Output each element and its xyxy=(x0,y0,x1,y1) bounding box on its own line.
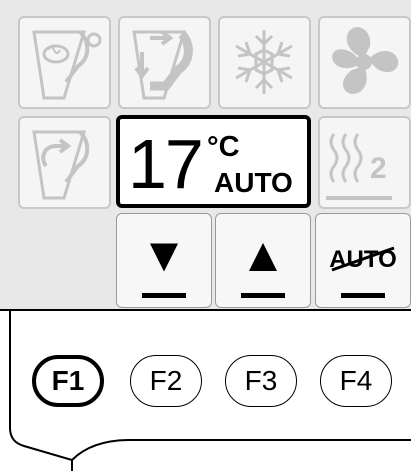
fan-icon xyxy=(332,27,399,94)
key-indicator-bar xyxy=(241,293,285,298)
fan-button[interactable] xyxy=(318,16,411,109)
seat-heating-button[interactable]: 2 xyxy=(318,116,411,209)
temperature-unit: °C xyxy=(207,131,240,163)
seat-airflow-button[interactable] xyxy=(118,16,211,109)
auto-off-button[interactable]: AUTO xyxy=(315,213,411,308)
function-key-f3[interactable]: F3 xyxy=(225,355,297,407)
snowflake-icon xyxy=(235,30,293,94)
key-indicator-bar xyxy=(341,293,385,298)
function-key-f2[interactable]: F2 xyxy=(130,355,202,407)
strike-through-icon xyxy=(331,246,395,272)
seat-recirculation-button[interactable] xyxy=(18,116,111,209)
temperature-up-button[interactable]: ▲ xyxy=(215,213,311,308)
air-conditioning-button[interactable] xyxy=(218,16,311,109)
seat-heating-icon: 2 xyxy=(326,133,392,200)
function-key-f1[interactable]: F1 xyxy=(32,355,104,407)
seat-defrost-icon xyxy=(32,30,102,100)
mode-indicator: AUTO xyxy=(214,167,293,198)
temperature-value: 17 xyxy=(128,125,204,203)
seat-defrost-button[interactable] xyxy=(18,16,111,109)
down-arrow-icon: ▼ xyxy=(140,229,188,282)
up-arrow-icon: ▲ xyxy=(239,229,287,282)
seat-airflow-icon xyxy=(132,30,193,100)
seat-heating-level: 2 xyxy=(370,152,387,185)
key-indicator-bar xyxy=(142,293,186,298)
temperature-display: 17 °C AUTO xyxy=(116,115,311,208)
seat-recirculation-icon xyxy=(32,130,90,200)
function-key-f4[interactable]: F4 xyxy=(320,355,392,407)
temperature-down-button[interactable]: ▼ xyxy=(116,213,212,308)
